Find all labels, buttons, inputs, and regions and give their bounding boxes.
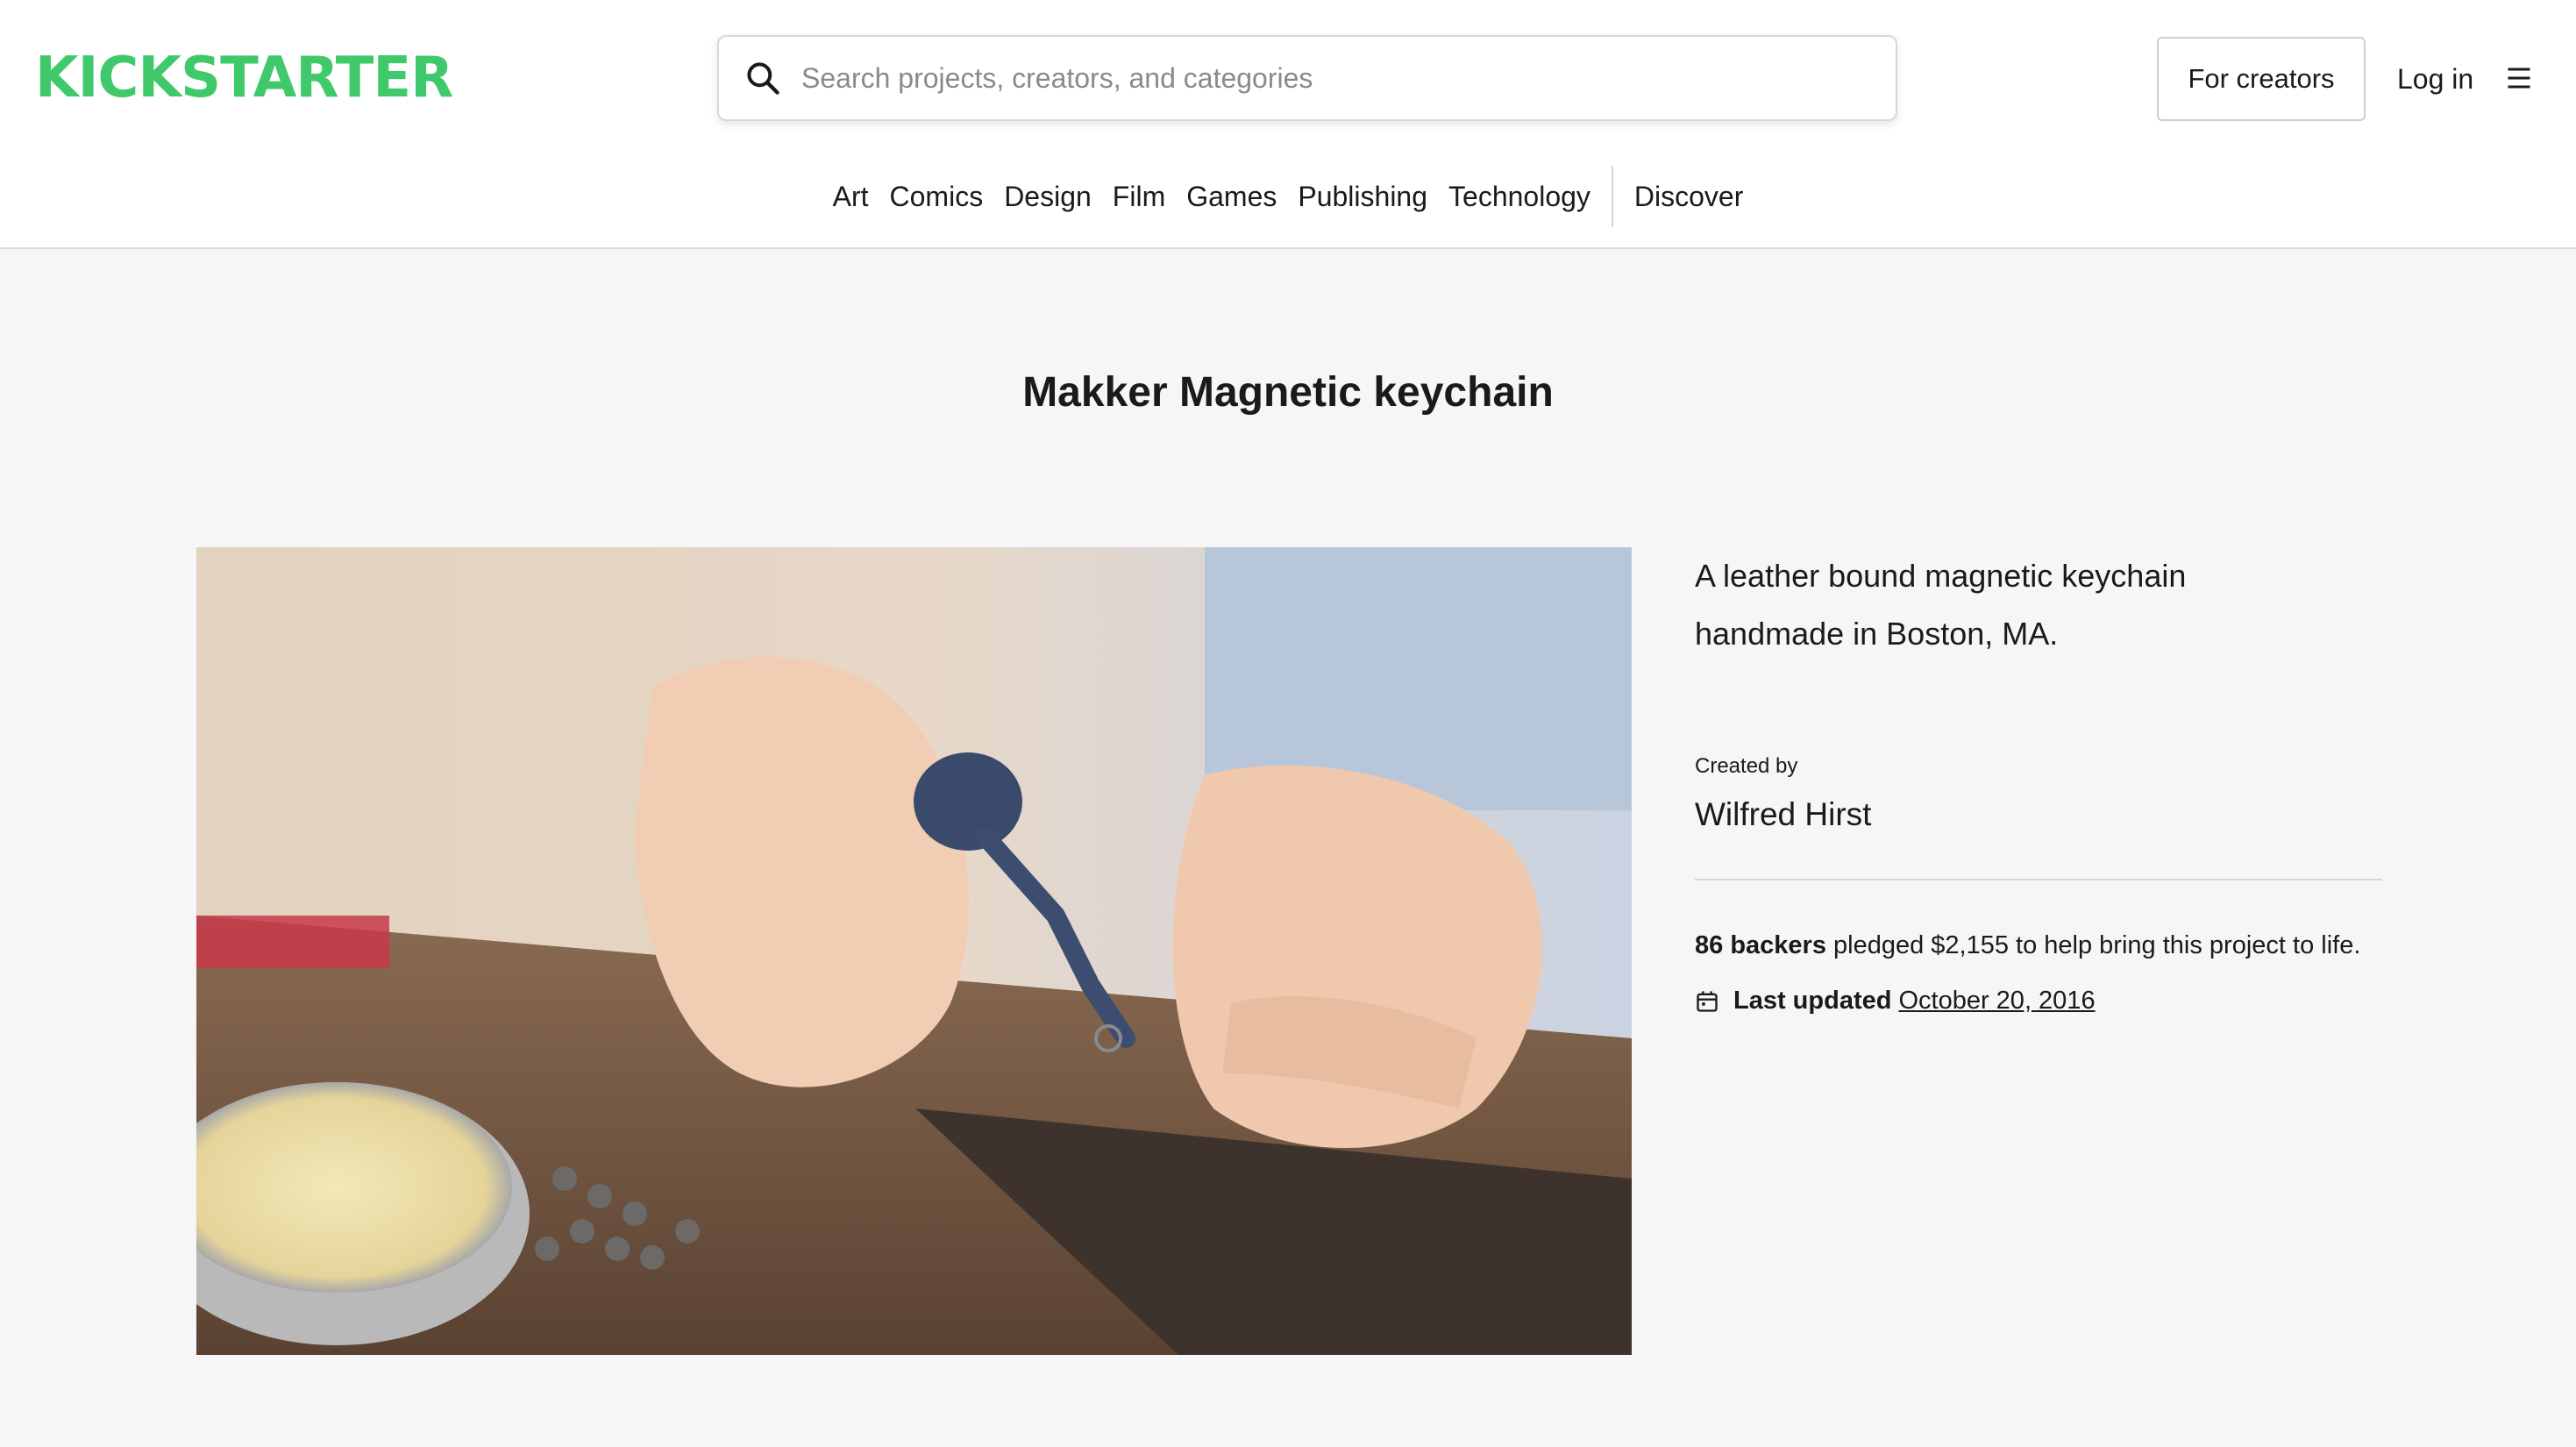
project-blurb: A leather bound magnetic keychain handma… [1695,558,2187,652]
site-header: KICKSTARTER For creators Log in Art Comi… [0,0,2576,249]
for-creators-button[interactable]: For creators [2157,37,2366,121]
search-input[interactable] [801,52,1854,104]
search-icon [747,62,779,95]
last-updated-date-link[interactable]: October 20, 2016 [1898,987,2095,1016]
project-title: Makker Magnetic keychain [1022,369,1554,416]
nav-item-publishing[interactable]: Publishing [1298,163,1427,230]
nav-item-design[interactable]: Design [1004,163,1092,230]
nav-item-comics[interactable]: Comics [890,163,984,230]
funding-stats: 86 backers pledged $2,155 to help bring … [1695,931,2382,960]
search-bar[interactable] [717,35,1897,121]
last-updated: Last updated October 20, 2016 [1695,987,2382,1016]
project-sidebar: A leather bound magnetic keychain handma… [1695,547,2382,1016]
kickstarter-logo[interactable]: KICKSTARTER [35,50,453,106]
login-link[interactable]: Log in [2397,58,2473,100]
nav-item-games[interactable]: Games [1186,163,1277,230]
pledged-text: pledged $2,155 to help bring this projec… [1825,931,2361,959]
created-by-label: Created by [1695,754,1798,778]
last-updated-label: Last updated [1733,987,1892,1015]
category-nav: Art Comics Design Film Games Publishing … [0,163,2576,230]
nav-item-discover[interactable]: Discover [1634,163,1743,230]
sidebar-divider [1695,879,2382,880]
backers-count: 86 backers [1695,931,1826,959]
project-hero-image [196,547,1632,1355]
hero-photo-illustration [196,547,1632,1355]
nav-item-art[interactable]: Art [833,163,869,230]
nav-item-film[interactable]: Film [1113,163,1165,230]
calendar-icon [1697,990,1718,1012]
menu-icon[interactable] [2506,65,2532,91]
nav-divider [1611,166,1613,227]
creator-name[interactable]: Wilfred Hirst [1695,796,2382,833]
nav-item-technology[interactable]: Technology [1448,163,1590,230]
